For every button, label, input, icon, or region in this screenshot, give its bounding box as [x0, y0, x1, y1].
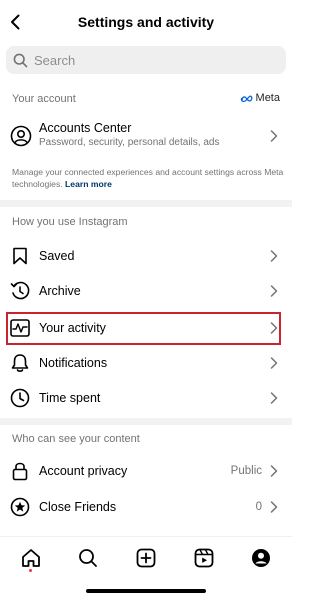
profile-icon: [252, 549, 270, 567]
menu-item-label: Account privacy: [39, 464, 128, 478]
chevron-right-icon: [270, 392, 278, 404]
chevron-right-icon: [270, 250, 278, 262]
menu-item-saved[interactable]: Saved: [0, 239, 292, 273]
menu-item-label: Saved: [39, 249, 75, 263]
meta-logo-text: Meta: [255, 92, 280, 104]
tab-search[interactable]: [77, 547, 99, 569]
section-label-how-you-use: How you use Instagram: [12, 216, 128, 228]
tab-create[interactable]: [135, 547, 157, 569]
meta-infinity-icon: [240, 95, 252, 102]
chevron-right-icon: [270, 130, 278, 142]
menu-item-label: Archive: [39, 284, 81, 298]
chevron-right-icon: [270, 465, 278, 477]
home-icon: [22, 549, 40, 567]
meta-logo: Meta: [240, 92, 280, 104]
create-icon: [136, 548, 156, 568]
reels-icon: [194, 548, 214, 568]
menu-item-close-friends[interactable]: Close Friends 0: [0, 490, 292, 524]
tab-reels[interactable]: [193, 547, 215, 569]
archive-icon: [10, 281, 30, 301]
star-circle-icon: [10, 497, 30, 517]
close-friends-count: 0: [255, 501, 262, 513]
page-title: Settings and activity: [77, 14, 215, 30]
search-icon: [13, 53, 28, 68]
chevron-right-icon: [270, 285, 278, 297]
notification-dot: [29, 569, 32, 572]
menu-item-label: Time spent: [39, 391, 101, 405]
learn-more-link[interactable]: Learn more: [65, 179, 112, 189]
search-icon: [79, 549, 97, 567]
bookmark-icon: [10, 246, 30, 266]
header: Settings and activity: [0, 0, 292, 44]
accounts-center-subtitle: Password, security, personal details, ad…: [39, 137, 220, 148]
menu-item-time-spent[interactable]: Time spent: [0, 381, 292, 415]
section-label-your-account: Your account: [12, 93, 76, 105]
menu-item-notifications[interactable]: Notifications: [0, 346, 292, 380]
chevron-right-icon: [270, 501, 278, 513]
search-placeholder: Search: [34, 52, 76, 68]
description-text: Manage your connected experiences and ac…: [12, 167, 284, 189]
lock-icon: [10, 461, 30, 481]
menu-item-archive[interactable]: Archive: [0, 274, 292, 308]
section-divider: [0, 200, 292, 207]
menu-item-label: Notifications: [39, 356, 108, 370]
section-divider: [0, 418, 292, 425]
privacy-value: Public: [230, 465, 262, 477]
accounts-center-title: Accounts Center: [39, 121, 132, 135]
menu-item-account-privacy[interactable]: Account privacy Public: [0, 454, 292, 488]
chevron-right-icon: [270, 357, 278, 369]
search-input[interactable]: Search: [6, 46, 286, 74]
person-circle-icon: [10, 125, 32, 147]
tab-home[interactable]: [20, 547, 42, 569]
section-label-who-can-see: Who can see your content: [12, 433, 140, 445]
accounts-center-row[interactable]: Accounts Center Password, security, pers…: [0, 118, 292, 154]
home-indicator: [86, 589, 206, 593]
bell-icon: [10, 353, 30, 373]
clock-icon: [10, 388, 30, 408]
tab-profile[interactable]: [250, 547, 272, 569]
accounts-center-description: Manage your connected experiences and ac…: [12, 166, 284, 190]
menu-item-label: Close Friends: [39, 500, 117, 514]
highlight-box: [6, 312, 281, 345]
